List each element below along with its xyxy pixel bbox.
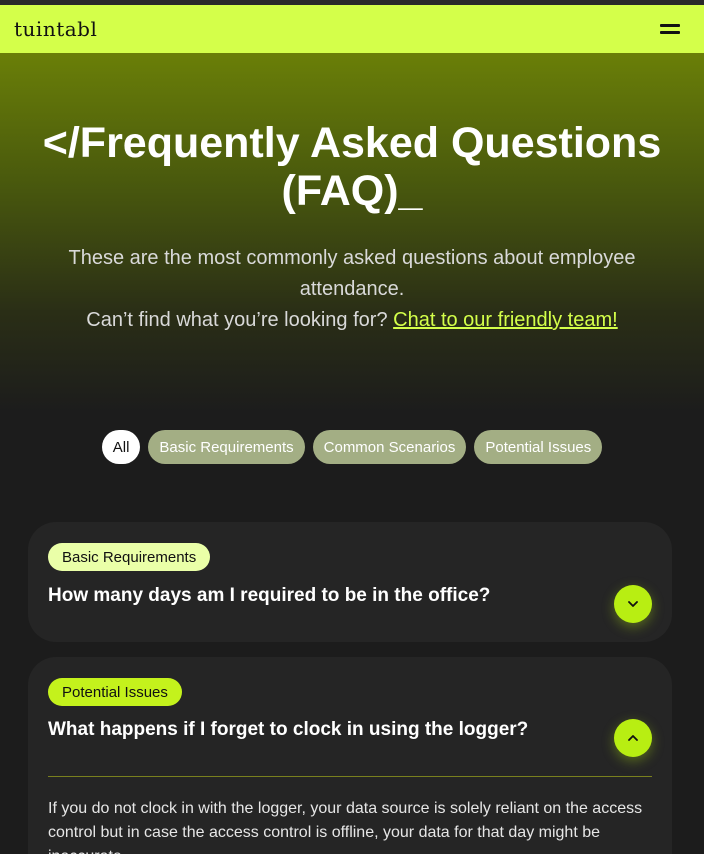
logo[interactable]: tuintabl — [14, 17, 97, 41]
page-title: </Frequently Asked Questions (FAQ)_ — [42, 119, 662, 215]
divider — [48, 776, 652, 777]
navbar: tuintabl — [0, 5, 704, 53]
filter-all[interactable]: All — [101, 430, 141, 464]
filter-common-scenarios[interactable]: Common Scenarios — [312, 430, 467, 464]
faq-item[interactable]: Basic Requirements How many days am I re… — [28, 522, 672, 642]
expand-toggle-button[interactable] — [614, 585, 652, 623]
chevron-down-icon — [628, 601, 638, 607]
faq-filter-bar: All Basic Requirements Common Scenarios … — [0, 430, 704, 464]
chevron-up-icon — [628, 735, 638, 741]
category-tag: Basic Requirements — [48, 543, 211, 571]
subtitle-line-2: Can’t find what you’re looking for? — [86, 309, 394, 331]
hero-subtitle: These are the most commonly asked questi… — [0, 243, 704, 336]
faq-question[interactable]: What happens if I forget to clock in usi… — [48, 719, 528, 741]
faq-question[interactable]: How many days am I required to be in the… — [48, 585, 490, 607]
faq-item[interactable]: Potential Issues What happens if I forge… — [28, 657, 672, 854]
filter-basic-requirements[interactable]: Basic Requirements — [148, 430, 305, 464]
subtitle-line-1: These are the most commonly asked questi… — [68, 247, 636, 300]
faq-answer: If you do not clock in with the logger, … — [48, 800, 643, 854]
hero-section: </Frequently Asked Questions (FAQ)_ Thes… — [0, 53, 704, 413]
hamburger-menu-icon[interactable] — [660, 22, 680, 36]
category-tag: Potential Issues — [48, 678, 182, 706]
collapse-toggle-button[interactable] — [614, 719, 652, 757]
filter-potential-issues[interactable]: Potential Issues — [474, 430, 603, 464]
chat-team-link[interactable]: Chat to our friendly team! — [393, 309, 618, 331]
